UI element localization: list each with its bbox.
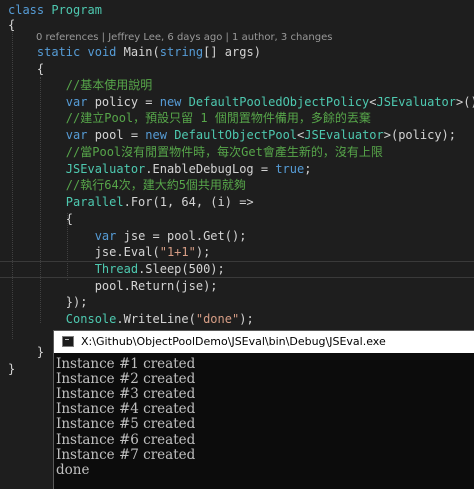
code-line[interactable]: }: [8, 361, 15, 378]
code-lens[interactable]: 0 references | Jeffrey Lee, 6 days ago |…: [36, 31, 332, 45]
code-token: pool.Return(jse);: [8, 279, 218, 293]
code-token: "done": [195, 312, 240, 326]
code-token: pool =: [87, 128, 146, 142]
code-token: void: [87, 45, 117, 59]
code-token: DefaultPooledObjectPolicy: [188, 95, 370, 109]
code-token: >(policy);: [383, 128, 456, 142]
code-token: jse.Eval(: [8, 245, 160, 259]
code-line[interactable]: //基本使用說明: [8, 77, 152, 94]
code-token: <: [369, 95, 377, 109]
code-token: //基本使用說明: [65, 78, 153, 92]
code-token: );: [239, 312, 254, 326]
code-token: static: [36, 45, 81, 59]
code-token: string: [159, 45, 204, 59]
code-token: [] args): [203, 45, 261, 59]
code-line[interactable]: var policy = new DefaultPooledObjectPoli…: [8, 94, 474, 111]
code-line[interactable]: class Program: [8, 2, 102, 19]
code-line[interactable]: jse.Eval("1+1");: [8, 244, 211, 261]
code-token: "1+1": [159, 245, 196, 259]
code-token: true: [275, 162, 305, 176]
code-line[interactable]: {: [8, 61, 44, 78]
console-app-icon: [62, 336, 74, 347]
code-token: Program: [51, 3, 102, 17]
code-token: >();: [456, 95, 474, 109]
code-token: }: [8, 362, 16, 376]
code-token: new: [159, 95, 182, 109]
console-output-line: Instance #4 created: [56, 401, 196, 417]
code-token: );: [195, 245, 211, 259]
console-output-line: Instance #7 created: [56, 447, 196, 463]
code-line[interactable]: }: [8, 344, 44, 361]
code-line[interactable]: JSEvaluator.EnableDebugLog = true;: [8, 161, 312, 178]
code-token: var: [94, 229, 117, 243]
console-output-line: Instance #6 created: [56, 432, 196, 448]
code-token: class: [8, 3, 45, 17]
code-line[interactable]: //當Pool沒有閒置物件時，每次Get會產生新的，沒有上限: [8, 144, 383, 161]
console-title-bar[interactable]: X:\Github\ObjectPoolDemo\JSEval\bin\Debu…: [54, 331, 474, 353]
code-line[interactable]: var jse = pool.Get();: [8, 228, 247, 245]
code-token: new: [145, 128, 167, 142]
code-token: JSEvaluator: [304, 128, 384, 142]
code-token: .EnableDebugLog =: [145, 162, 276, 176]
code-token: //建立Pool，預設只留 1 個閒置物件備用，多餘的丟棄: [65, 111, 371, 125]
code-token: {: [8, 18, 16, 32]
console-title: X:\Github\ObjectPoolDemo\JSEval\bin\Debu…: [81, 335, 386, 348]
console-output-line: Instance #5 created: [56, 416, 196, 432]
code-line[interactable]: pool.Return(jse);: [8, 278, 218, 295]
code-token: .WriteLine(: [116, 312, 196, 326]
code-token: DefaultObjectPool: [174, 128, 298, 142]
code-line[interactable]: //建立Pool，預設只留 1 個閒置物件備用，多餘的丟棄: [8, 110, 371, 127]
console-window[interactable]: X:\Github\ObjectPoolDemo\JSEval\bin\Debu…: [53, 330, 474, 489]
code-token: {: [8, 62, 45, 76]
code-token: Main(: [116, 45, 160, 59]
code-token: Thread: [94, 262, 139, 276]
code-line[interactable]: Parallel.For(1, 64, (i) =>: [8, 194, 254, 211]
console-output-line: done: [56, 462, 90, 478]
code-token: Console: [65, 312, 117, 326]
code-token: }: [8, 345, 45, 359]
code-token: JSEvaluator: [376, 95, 456, 109]
code-line[interactable]: {: [8, 17, 15, 34]
code-token: JSEvaluator: [65, 162, 146, 176]
code-line[interactable]: {: [8, 211, 73, 228]
code-line[interactable]: //執行64次，建大約5個共用就夠: [8, 177, 246, 194]
code-line[interactable]: static void Main(string[] args): [8, 44, 261, 61]
code-token: });: [8, 295, 88, 309]
code-line[interactable]: var pool = new DefaultObjectPool<JSEvalu…: [8, 127, 456, 144]
code-token: var: [65, 95, 88, 109]
code-token: Parallel: [65, 195, 124, 209]
code-token: {: [8, 212, 74, 226]
console-output-line: Instance #3 created: [56, 386, 196, 402]
code-token: var: [65, 128, 88, 142]
console-output-line: Instance #1 created: [56, 356, 196, 372]
code-token: //當Pool沒有閒置物件時，每次Get會產生新的，沒有上限: [65, 145, 383, 159]
code-token: .Sleep(500);: [138, 262, 225, 276]
code-token: ;: [304, 162, 312, 176]
code-token: .For(1, 64, (i) =>: [123, 195, 254, 209]
console-output-line: Instance #2 created: [56, 371, 196, 387]
code-token: //執行64次，建大約5個共用就夠: [65, 178, 246, 192]
code-line[interactable]: Console.WriteLine("done");: [8, 311, 254, 328]
code-line[interactable]: Thread.Sleep(500);: [0, 261, 474, 278]
code-token: policy =: [87, 95, 160, 109]
code-token: jse = pool.Get();: [116, 229, 247, 243]
code-line[interactable]: });: [8, 294, 88, 311]
code-editor[interactable]: 0 references | Jeffrey Lee, 6 days ago |…: [0, 0, 474, 489]
